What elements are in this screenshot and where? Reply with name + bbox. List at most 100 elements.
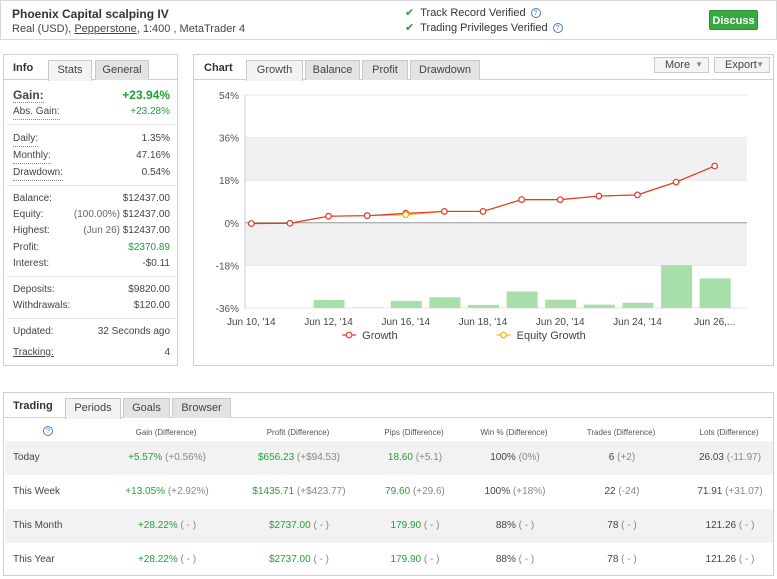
highest-value: $12437.00 bbox=[122, 225, 170, 236]
col-profit: Profit (Difference) bbox=[266, 428, 330, 437]
grid-band bbox=[245, 222, 747, 266]
gain-row: Gain: +23.94% bbox=[13, 88, 170, 104]
tab-drawdown[interactable]: Drawdown bbox=[410, 60, 480, 80]
tab-stats[interactable]: Stats bbox=[48, 60, 92, 81]
daily-value: 1.35% bbox=[141, 133, 170, 144]
gain-value: +23.94% bbox=[122, 88, 170, 102]
table-row: This Year +28.22% ( - ) $2737.00 ( - ) 179.… bbox=[5, 543, 773, 577]
pips-cell: 79.60 (+29.6) bbox=[365, 486, 465, 497]
tracking-value: 4 bbox=[164, 347, 170, 358]
profit-label: Profit: bbox=[13, 242, 40, 253]
tab-browser[interactable]: Browser bbox=[172, 398, 231, 418]
drawdown-value: 0.54% bbox=[141, 167, 170, 178]
trades-difference: ( - ) bbox=[621, 554, 637, 565]
periods-help: ? bbox=[43, 425, 53, 437]
tab-growth[interactable]: Growth bbox=[246, 60, 303, 81]
gain-value: +28.22% bbox=[137, 554, 178, 565]
chart-panel: Chart Growth Balance Profit Drawdown Mor… bbox=[193, 54, 774, 366]
win-difference: ( - ) bbox=[518, 554, 535, 565]
col-pips: Pips (Difference) bbox=[384, 428, 444, 437]
pips-value: 179.90 bbox=[390, 554, 422, 565]
trading-panel: Trading Periods Goals Browser ? Gain (Di… bbox=[3, 392, 774, 576]
table-row: Today +5.57% (+0.56%) $656.23 (+$94.53) 18.… bbox=[5, 441, 773, 475]
tab-general[interactable]: General bbox=[95, 60, 149, 80]
lots-difference: ( - ) bbox=[738, 520, 755, 531]
col-win: Win % (Difference) bbox=[480, 428, 548, 437]
lots-difference: (-11.97) bbox=[726, 452, 762, 463]
legend-marker bbox=[345, 331, 353, 339]
divider bbox=[7, 185, 176, 186]
win-cell: 88% ( - ) bbox=[465, 520, 565, 531]
export-dropdown[interactable]: Export ▼ bbox=[714, 57, 770, 73]
lots-cell: 26.03 (-11.97) bbox=[680, 452, 777, 463]
col-trades: Trades (Difference) bbox=[586, 428, 656, 437]
info-panel: Info Stats General Gain: +23.94% Abs. Ga… bbox=[3, 54, 178, 366]
volume-bar bbox=[429, 297, 461, 308]
y-tick-label: 54% bbox=[219, 91, 239, 102]
gain-difference: ( - ) bbox=[180, 554, 197, 565]
gain-cell: +28.22% ( - ) bbox=[117, 520, 217, 531]
withdrawals-value: $120.00 bbox=[133, 300, 170, 311]
daily-label: Daily: bbox=[13, 132, 39, 147]
withdrawals-label: Withdrawals: bbox=[13, 300, 71, 311]
volume-bar bbox=[390, 300, 422, 308]
lots-cell: 71.91 (+31.07) bbox=[680, 486, 777, 497]
win-value: 100% bbox=[490, 452, 516, 463]
broker-link[interactable]: Pepperstone bbox=[74, 23, 136, 35]
more-label: More bbox=[665, 59, 691, 71]
win-cell: 100% (0%) bbox=[465, 452, 565, 463]
trades-value: 78 bbox=[607, 520, 619, 531]
y-tick-label: 36% bbox=[219, 134, 239, 145]
monthly-row: Monthly: 47.16% bbox=[13, 149, 170, 164]
abs-gain-value: +23.28% bbox=[130, 106, 170, 117]
profit-cell: $656.23 (+$94.53) bbox=[249, 452, 349, 463]
lots-value: 121.26 bbox=[705, 520, 737, 531]
pips-difference: (+29.6) bbox=[412, 486, 445, 497]
profit-value: $2737.00 bbox=[268, 520, 311, 531]
trades-cell: 78 ( - ) bbox=[572, 554, 672, 565]
lots-difference: ( - ) bbox=[738, 554, 755, 565]
win-difference: (0%) bbox=[518, 452, 540, 463]
divider bbox=[7, 276, 176, 277]
updated-label: Updated: bbox=[13, 326, 54, 337]
trades-value: 22 bbox=[604, 486, 616, 497]
deposits-row: Deposits: $9820.00 bbox=[13, 283, 170, 297]
profit-cell: $2737.00 ( - ) bbox=[249, 554, 349, 565]
trades-cell: 78 ( - ) bbox=[572, 520, 672, 531]
profit-value: $1435.71 bbox=[252, 486, 295, 497]
lots-value: 121.26 bbox=[705, 554, 737, 565]
checkmark-icon: ✔ bbox=[405, 7, 415, 19]
account-meta-suffix: , 1:400 , MetaTrader 4 bbox=[136, 23, 246, 35]
gain-cell: +13.05% (+2.92%) bbox=[117, 486, 217, 497]
equity-note: (100.00%) bbox=[73, 209, 120, 220]
drawdown-label: Drawdown: bbox=[13, 166, 64, 181]
tab-profit[interactable]: Profit bbox=[362, 60, 408, 80]
info-tabbar: Info Stats General bbox=[4, 55, 177, 81]
help-icon[interactable]: ? bbox=[552, 23, 563, 34]
tracking-link[interactable]: Tracking: bbox=[13, 346, 54, 360]
data-point bbox=[634, 191, 641, 199]
tab-goals[interactable]: Goals bbox=[123, 398, 170, 418]
lots-cell: 121.26 ( - ) bbox=[680, 554, 777, 565]
legend-marker bbox=[500, 331, 508, 339]
volume-bar bbox=[699, 278, 731, 308]
profit-row: Profit: $2370.89 bbox=[13, 241, 170, 255]
tab-periods[interactable]: Periods bbox=[65, 398, 121, 419]
data-point bbox=[556, 196, 564, 204]
updated-value: 32 Seconds ago bbox=[97, 326, 170, 337]
help-icon[interactable]: ? bbox=[43, 426, 53, 437]
win-difference: ( - ) bbox=[518, 520, 535, 531]
gain-cell: +5.57% (+0.56%) bbox=[117, 452, 217, 463]
deposits-label: Deposits: bbox=[13, 284, 55, 295]
profit-value: $656.23 bbox=[257, 452, 295, 463]
gain-cell: +28.22% ( - ) bbox=[117, 554, 217, 565]
drawdown-row: Drawdown: 0.54% bbox=[13, 166, 170, 181]
chevron-down-icon: ▼ bbox=[695, 60, 703, 69]
discuss-button[interactable]: Discuss bbox=[709, 10, 758, 30]
highest-row: Highest: (Jun 26) $12437.00 bbox=[13, 224, 170, 238]
tab-balance[interactable]: Balance bbox=[305, 60, 360, 80]
trades-difference: ( - ) bbox=[621, 520, 637, 531]
more-dropdown[interactable]: More ▼ bbox=[654, 57, 709, 73]
help-icon[interactable]: ? bbox=[530, 8, 541, 19]
trading-privileges-label: Trading Privileges Verified bbox=[420, 22, 548, 34]
